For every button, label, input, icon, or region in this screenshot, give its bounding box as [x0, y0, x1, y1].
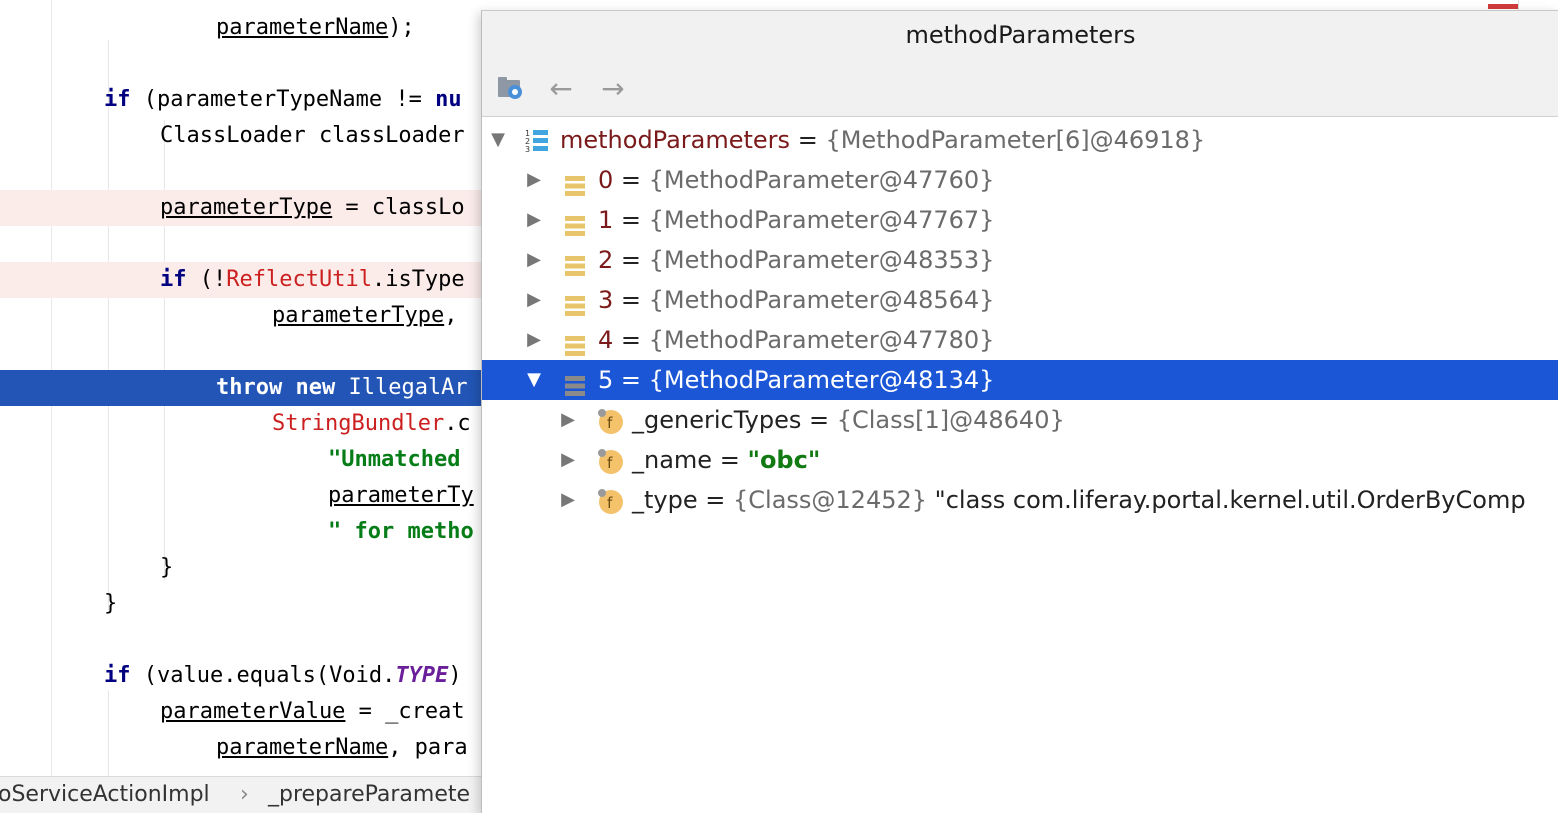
field-name: _name	[632, 446, 713, 474]
expand-arrow-icon[interactable]: ▶	[524, 280, 544, 320]
field-icon: f	[596, 487, 624, 515]
array-element-icon	[564, 249, 586, 276]
code-token: StringBundler	[272, 411, 445, 436]
expand-arrow-icon[interactable]: ▶	[524, 240, 544, 280]
collapse-arrow-icon[interactable]: ▼	[488, 120, 508, 160]
code-token: nu	[435, 87, 462, 112]
breadcrumb-method[interactable]: _prepareParamete	[268, 777, 470, 813]
field-icon: f	[596, 407, 624, 435]
code-token: (value.equals(Void.	[130, 663, 396, 688]
code-token: ClassLoader classLoader	[160, 123, 465, 148]
tree-row-item[interactable]: ▶ 0 = {MethodParameter@47760}	[482, 160, 1558, 200]
code-token: .c	[444, 411, 471, 436]
breadcrumb: oServiceActionImpl › _prepareParamete	[0, 776, 482, 813]
code-token: , para	[388, 735, 468, 760]
code-token: ReflectUtil	[226, 267, 372, 292]
var-name: methodParameters	[560, 126, 791, 154]
tree-row-root[interactable]: ▼ 1 2 3 methodParameters = {MethodParame…	[482, 120, 1558, 160]
array-element-icon	[564, 369, 586, 396]
tree-row-item-selected[interactable]: ▼ 5 = {MethodParameter@48134}	[482, 360, 1558, 400]
forward-arrow-icon[interactable]: →	[596, 71, 630, 105]
expand-arrow-icon[interactable]: ▶	[558, 480, 578, 520]
code-token: = classLo	[332, 195, 465, 220]
breadcrumb-class[interactable]: oServiceActionImpl	[0, 777, 210, 813]
code-token: " for metho	[328, 519, 474, 544]
code-token: }	[104, 591, 118, 616]
code-token: parameterType	[160, 195, 333, 220]
code-token: (!	[186, 267, 227, 292]
variable-tree[interactable]: ▼ 1 2 3 methodParameters = {MethodParame…	[482, 117, 1558, 813]
field-tostring: "class com.liferay.portal.kernel.util.Or…	[927, 486, 1526, 514]
code-token: parameterName	[216, 15, 389, 40]
code-token: if	[104, 87, 131, 112]
code-token: }	[160, 555, 174, 580]
array-element-icon	[564, 169, 586, 196]
variable-inspector-popup[interactable]: methodParameters ← → ▼ 1 2 3 methodParam…	[481, 10, 1558, 813]
code-token: parameterName	[216, 735, 389, 760]
popup-title: methodParameters	[482, 11, 1558, 59]
code-token: parameterValue	[160, 699, 346, 724]
array-element-icon	[564, 289, 586, 316]
code-token: throw new	[216, 375, 336, 400]
expand-arrow-icon[interactable]: ▶	[524, 320, 544, 360]
expand-arrow-icon[interactable]: ▶	[558, 400, 578, 440]
back-arrow-icon[interactable]: ←	[544, 71, 578, 105]
navigate-to-source-button[interactable]	[494, 71, 528, 105]
code-token: parameterType	[272, 303, 445, 328]
array-element-icon	[564, 329, 586, 356]
code-token: parameterTy	[328, 483, 474, 508]
field-name: _genericTypes	[632, 406, 802, 434]
svg-text:f: f	[607, 454, 613, 472]
tree-row-item[interactable]: ▶ 2 = {MethodParameter@48353}	[482, 240, 1558, 280]
svg-text:f: f	[607, 414, 613, 432]
field-icon: f	[596, 447, 624, 475]
code-token: ,	[444, 303, 458, 328]
collapse-arrow-icon[interactable]: ▼	[524, 360, 544, 400]
tree-row-item[interactable]: ▶ 3 = {MethodParameter@48564}	[482, 280, 1558, 320]
svg-text:f: f	[607, 494, 613, 512]
tree-row-field[interactable]: ▶ f _name = "obc"	[482, 440, 1558, 480]
code-token: = _creat	[345, 699, 465, 724]
code-token: if	[104, 663, 131, 688]
code-token: (parameterTypeName !=	[130, 87, 436, 112]
var-value: {MethodParameter[6]@46918}	[825, 126, 1206, 154]
code-token: if	[160, 267, 187, 292]
code-token: .isType	[371, 267, 465, 292]
field-string-value: "obc"	[747, 446, 821, 474]
tree-row-field[interactable]: ▶ f _genericTypes = {Class[1]@48640}	[482, 400, 1558, 440]
tree-row-field[interactable]: ▶ f _type = {Class@12452} "class com.lif…	[482, 480, 1558, 520]
code-token: IllegalAr	[335, 375, 468, 400]
popup-toolbar: ← →	[482, 59, 1558, 117]
field-name: _type	[632, 486, 698, 514]
breadcrumb-separator: ›	[240, 782, 249, 807]
expand-arrow-icon[interactable]: ▶	[524, 200, 544, 240]
code-token: "Unmatched	[328, 447, 474, 472]
array-list-icon: 1 2 3	[525, 129, 548, 154]
expand-arrow-icon[interactable]: ▶	[558, 440, 578, 480]
code-token: TYPE	[395, 663, 449, 688]
tree-row-item[interactable]: ▶ 1 = {MethodParameter@47767}	[482, 200, 1558, 240]
svg-text:3: 3	[525, 145, 530, 154]
code-token: );	[388, 15, 415, 40]
folder-pin-icon	[498, 77, 522, 99]
expand-arrow-icon[interactable]: ▶	[524, 160, 544, 200]
error-stripe-marker[interactable]	[1488, 4, 1518, 9]
tree-row-item[interactable]: ▶ 4 = {MethodParameter@47780}	[482, 320, 1558, 360]
code-token: )	[448, 663, 462, 688]
array-element-icon	[564, 209, 586, 236]
